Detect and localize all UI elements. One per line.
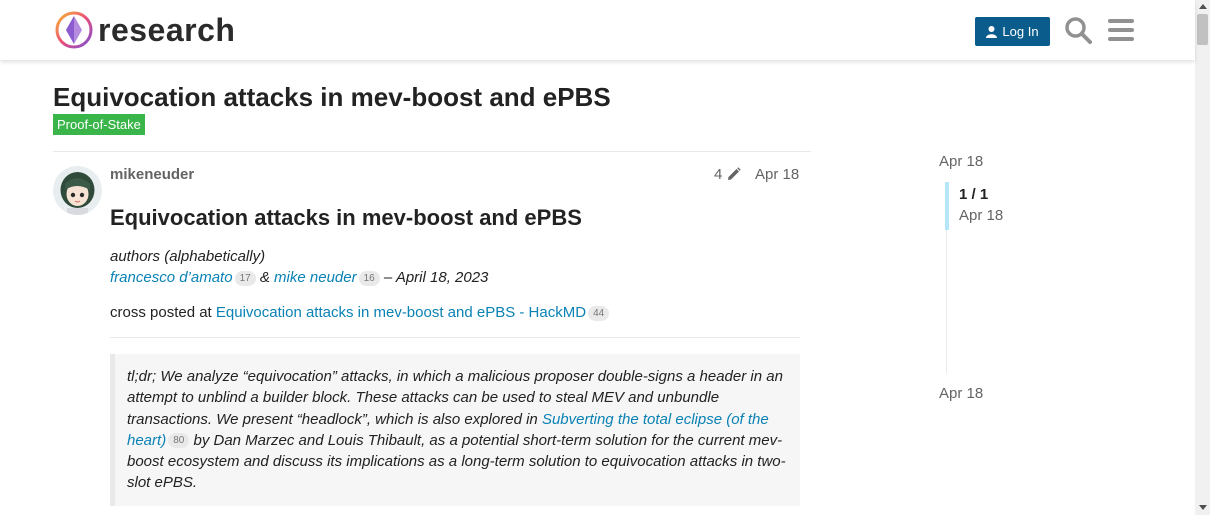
topic-timeline: Apr 18 1 / 1 Apr 18 Apr 18 bbox=[939, 150, 1139, 410]
link-click-count: 44 bbox=[588, 305, 610, 321]
post-body: Equivocation attacks in mev-boost and eP… bbox=[110, 205, 800, 506]
avatar[interactable] bbox=[53, 166, 102, 215]
timeline-start-date[interactable]: Apr 18 bbox=[939, 153, 983, 170]
author-date: – April 18, 2023 bbox=[379, 269, 489, 286]
page-scrollbar[interactable] bbox=[1195, 0, 1210, 515]
topic-title[interactable]: Equivocation attacks in mev-boost and eP… bbox=[53, 82, 611, 113]
timeline-handle[interactable] bbox=[945, 182, 949, 230]
category-badge[interactable]: Proof-of-Stake bbox=[53, 114, 145, 135]
authors-line: francesco d’amato 17 & mike neuder 16 – Ap… bbox=[110, 267, 800, 288]
login-button[interactable]: Log In bbox=[975, 17, 1050, 46]
hackmd-link[interactable]: Equivocation attacks in mev-boost and eP… bbox=[216, 304, 586, 321]
authors-label: authors (alphabetically) bbox=[110, 248, 266, 265]
divider bbox=[110, 337, 800, 338]
hamburger-menu-icon[interactable] bbox=[1108, 18, 1134, 47]
edit-history[interactable]: 4 bbox=[714, 166, 742, 183]
post-heading: Equivocation attacks in mev-boost and eP… bbox=[110, 205, 582, 230]
ampersand: & bbox=[255, 269, 275, 286]
author-link-neuder[interactable]: mike neuder bbox=[274, 269, 357, 286]
link-click-count: 17 bbox=[234, 270, 256, 286]
link-click-count: 80 bbox=[168, 433, 190, 449]
cross-post-line: cross posted at Equivocation attacks in … bbox=[110, 302, 800, 323]
user-icon bbox=[986, 25, 998, 38]
link-click-count: 16 bbox=[358, 270, 380, 286]
scroll-down-arrow-icon[interactable] bbox=[1199, 505, 1207, 510]
author-link-damato[interactable]: francesco d’amato bbox=[110, 269, 233, 286]
logo-text: research bbox=[98, 12, 236, 48]
site-header: research Log In bbox=[0, 0, 1195, 60]
quote-text-continued: by Dan Marzec and Louis Thibault, as a p… bbox=[127, 431, 786, 492]
site-logo[interactable]: research bbox=[54, 10, 235, 50]
cross-post-prefix: cross posted at bbox=[110, 304, 216, 321]
tldr-blockquote: tl;dr; We analyze “equivocation” attacks… bbox=[110, 354, 800, 506]
search-icon[interactable] bbox=[1064, 16, 1092, 49]
timeline-end-date[interactable]: Apr 18 bbox=[939, 385, 983, 402]
timeline-position: 1 / 1 bbox=[959, 186, 989, 203]
authors-paragraph: authors (alphabetically) francesco d’ama… bbox=[110, 246, 800, 288]
login-label: Log In bbox=[1002, 24, 1039, 39]
scroll-up-arrow-icon[interactable] bbox=[1199, 4, 1207, 9]
edit-count: 4 bbox=[714, 166, 723, 183]
post-date[interactable]: Apr 18 bbox=[755, 166, 799, 183]
research-logo-icon bbox=[55, 11, 93, 49]
pencil-icon bbox=[728, 167, 742, 180]
timeline-position-date: Apr 18 bbox=[959, 207, 1004, 224]
post-username[interactable]: mikeneuder bbox=[110, 166, 194, 183]
scroll-thumb[interactable] bbox=[1197, 14, 1208, 45]
divider bbox=[53, 151, 811, 152]
